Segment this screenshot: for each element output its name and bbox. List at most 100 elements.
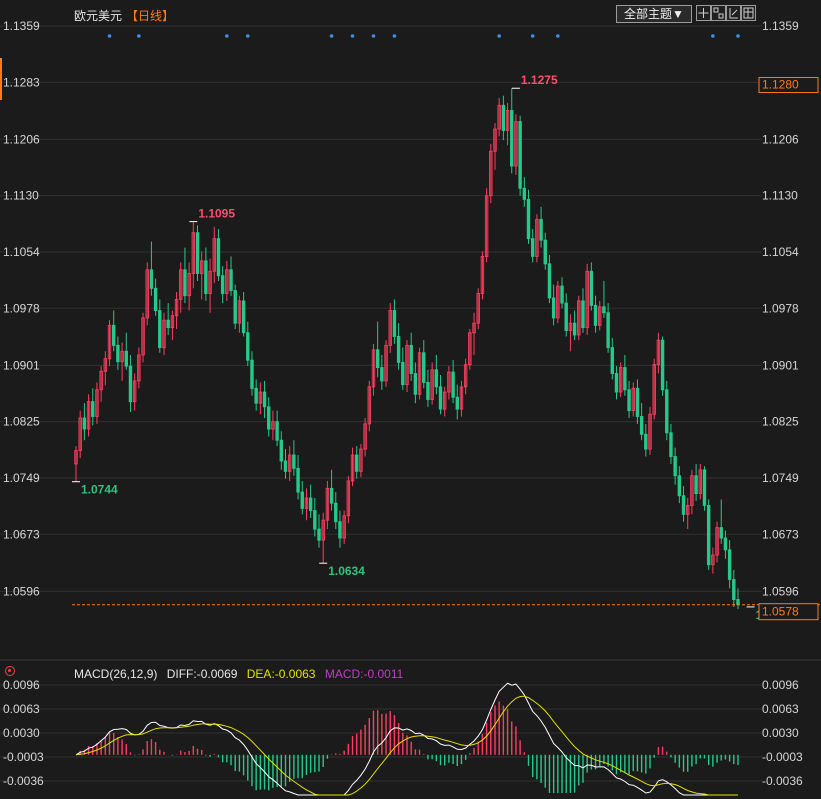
macd-y-tick-right: 0.0063 (762, 702, 799, 716)
y-tick-right: 1.0596 (762, 584, 799, 598)
candle-body (396, 336, 401, 363)
y-tick-left: 1.0749 (3, 471, 40, 485)
candle-body (526, 198, 531, 240)
candle-body (644, 433, 648, 450)
candle-body (317, 528, 321, 541)
candle-body (719, 527, 723, 539)
crosshair-price-label: 1.1280 (762, 78, 799, 92)
macd-y-tick-right: -0.0003 (762, 750, 803, 764)
indicator-settings-icon[interactable] (5, 666, 15, 676)
y-tick-right: 1.0978 (762, 301, 799, 315)
candle-body (564, 302, 568, 331)
candle-body (455, 396, 459, 410)
candle-body (380, 367, 384, 382)
candle-body (530, 238, 535, 257)
candle-body (706, 504, 711, 566)
candle-body (329, 487, 334, 504)
macd-y-tick-right: -0.0036 (762, 774, 803, 788)
candle-body (673, 456, 677, 477)
candle-body (283, 460, 288, 472)
drawing-icon[interactable] (726, 5, 741, 21)
y-tick-right: 1.0901 (762, 358, 799, 372)
candle-body (183, 269, 187, 297)
candle-body (149, 269, 154, 289)
candle-body (241, 300, 246, 334)
expand-icon[interactable] (741, 5, 756, 21)
zoom-icon[interactable] (711, 5, 726, 21)
candle-body (560, 285, 564, 304)
candle-body (522, 187, 527, 200)
candle-body (128, 365, 133, 403)
candle-body (694, 475, 698, 495)
y-tick-left: 1.0901 (3, 358, 40, 372)
macd-y-tick-right: 0.0030 (762, 726, 799, 740)
y-tick-right: 1.0749 (762, 471, 799, 485)
low-label: 1.0634 (328, 564, 365, 578)
event-dot (711, 34, 715, 38)
macd-params: MACD(26,12,9) (74, 667, 158, 681)
last-price-label: 1.0578 (762, 605, 799, 619)
candle-body (204, 260, 208, 294)
event-dot (350, 34, 355, 38)
high-label: 1.1275 (521, 73, 558, 87)
candle-body (681, 495, 686, 515)
candle-body (547, 263, 552, 299)
candle-body (413, 373, 418, 395)
candle-body (727, 549, 732, 580)
candle-body (267, 406, 271, 430)
candle-body (610, 347, 615, 374)
candle-body (308, 497, 313, 512)
candle-body (426, 381, 430, 400)
crosshair-icon[interactable] (696, 5, 711, 21)
candle-body (124, 350, 128, 367)
candle-body (639, 416, 644, 435)
candle-body (112, 324, 116, 346)
candle-body (401, 361, 405, 386)
macd-y-tick-left: 0.0063 (3, 702, 40, 716)
candle-body (334, 502, 338, 523)
event-dot (329, 34, 334, 38)
macd-diff-value: DIFF:-0.0069 (166, 667, 238, 681)
candle-body (635, 387, 640, 417)
y-tick-left: 1.0673 (3, 527, 40, 541)
y-tick-left: 1.1359 (3, 19, 40, 33)
candle-body (275, 421, 279, 441)
event-dot (497, 34, 501, 38)
candle-body (195, 232, 200, 274)
candle-body (518, 121, 522, 189)
candle-body (677, 475, 682, 497)
y-tick-right: 1.1206 (762, 132, 799, 146)
candle-body (732, 579, 736, 600)
candle-body (723, 537, 728, 551)
period-label[interactable]: 【日线】 (126, 9, 174, 23)
candle-body (338, 521, 342, 539)
y-tick-left: 1.1054 (3, 245, 40, 259)
candle-body (614, 373, 619, 393)
candle-body (296, 467, 300, 493)
candle-body (434, 369, 439, 388)
candle-body (233, 290, 237, 324)
candle-body (313, 510, 317, 530)
candle-body (422, 352, 426, 383)
y-tick-right: 1.1359 (762, 19, 799, 33)
candle-body (392, 310, 397, 337)
event-dot (137, 34, 141, 38)
candle-body (669, 432, 673, 457)
candle-body (660, 339, 665, 391)
candle-body (254, 387, 258, 404)
candle-body (593, 304, 598, 326)
candle-body (409, 344, 413, 374)
candle-body (451, 371, 455, 398)
candle-body (510, 110, 514, 167)
y-tick-left: 1.0825 (3, 415, 40, 429)
candle-body (438, 386, 443, 410)
active-indicator (0, 58, 2, 100)
candle-body (116, 344, 120, 363)
macd-dea-value: DEA:-0.0063 (246, 667, 316, 681)
candle-body (246, 332, 250, 361)
theme-dropdown-button[interactable]: 全部主题▼ (616, 5, 692, 23)
candle-body (702, 469, 707, 506)
y-tick-left: 1.1206 (3, 132, 40, 146)
chart-title: 欧元美元 【日线】 (74, 7, 174, 24)
macd-y-tick-left: -0.0003 (3, 750, 44, 764)
